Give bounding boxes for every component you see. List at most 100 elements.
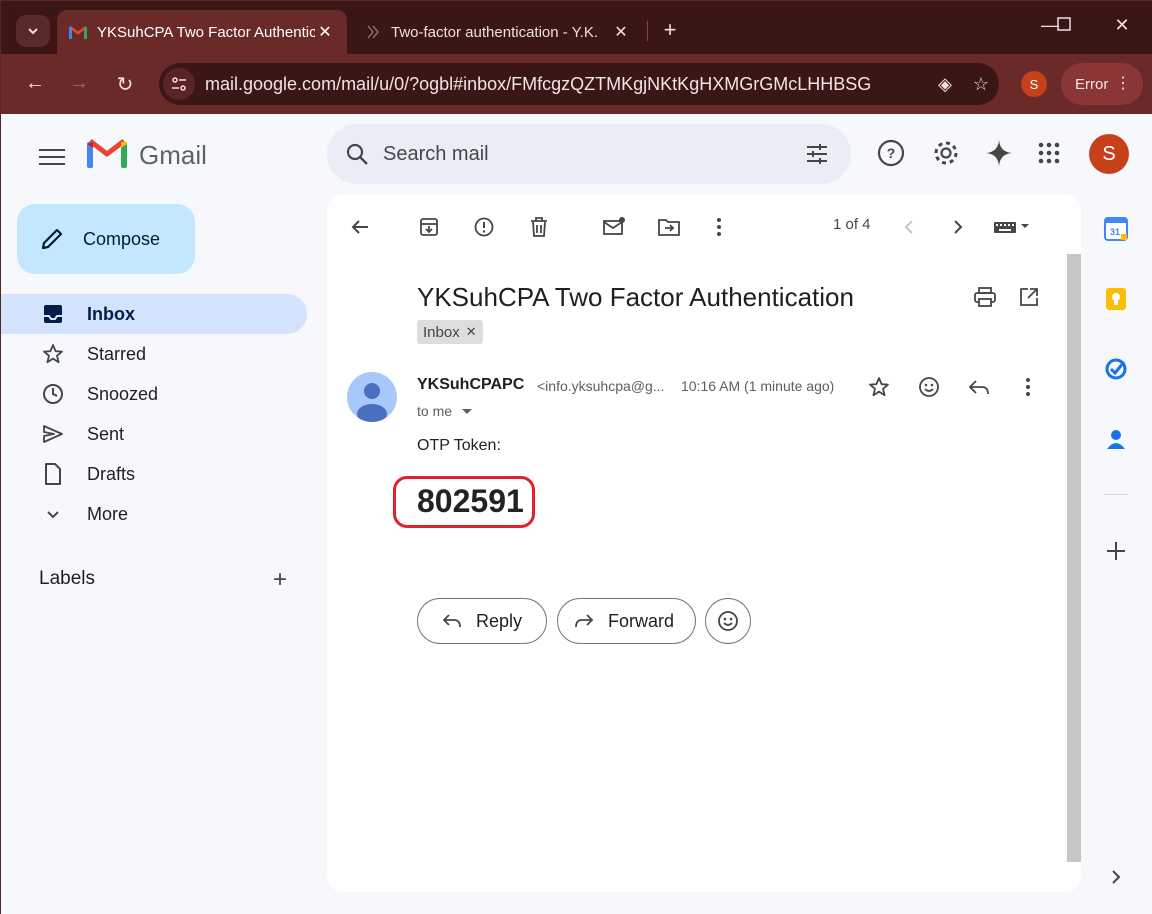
older-chevron-right-icon[interactable] [943, 212, 973, 242]
search-icon[interactable] [345, 142, 369, 166]
site-info-icon[interactable] [163, 68, 195, 100]
address-bar[interactable]: mail.google.com/mail/u/0/?ogbl#inbox/FMf… [159, 63, 999, 105]
tab-separator [647, 21, 648, 41]
close-icon[interactable]: ✕ [611, 22, 631, 42]
forward-label: Forward [608, 610, 675, 631]
message-time: 10:16 AM (1 minute ago) [681, 378, 835, 394]
compose-button[interactable]: Compose [17, 204, 195, 274]
scrollbar[interactable] [1067, 254, 1081, 862]
reply-label: Reply [476, 610, 523, 631]
tab-two-factor[interactable]: Two-factor authentication - Y.K. ✕ [353, 10, 643, 54]
mark-unread-icon[interactable] [599, 212, 629, 242]
archive-icon[interactable] [414, 212, 444, 242]
recipients-text: to me [417, 403, 453, 419]
tab-title: Two-factor authentication - Y.K. [391, 23, 599, 41]
open-in-new-window-icon[interactable] [1014, 282, 1044, 312]
sidebar-item-inbox[interactable]: Inbox [1, 294, 307, 334]
print-icon[interactable] [970, 282, 1000, 312]
account-avatar[interactable]: S [1089, 134, 1129, 174]
sidebar-item-snoozed[interactable]: Snoozed [1, 374, 307, 414]
sidebar-item-label: Starred [87, 343, 147, 364]
back-arrow-icon[interactable]: ← [21, 72, 49, 95]
forward-arrow-icon[interactable]: → [65, 72, 93, 95]
reload-icon[interactable]: ↻ [111, 72, 139, 97]
reply-button[interactable]: Reply [417, 598, 547, 644]
new-tab-button[interactable]: + [657, 17, 683, 43]
newer-chevron-left-icon[interactable] [894, 212, 924, 242]
star-icon[interactable] [864, 372, 894, 402]
sidebar-item-more[interactable]: More [1, 494, 307, 534]
apps-grid-icon[interactable] [1032, 136, 1066, 170]
report-spam-icon[interactable] [469, 212, 499, 242]
bookmark-star-icon[interactable]: ☆ [963, 74, 999, 95]
recipients-toggle[interactable]: to me [417, 403, 474, 419]
search-input[interactable]: Search mail [383, 143, 805, 166]
add-label-button[interactable]: + [273, 566, 287, 594]
gmail-wordmark: Gmail [139, 140, 207, 170]
site-favicon-icon [367, 25, 379, 39]
error-chip[interactable]: Error ⋮ [1061, 63, 1143, 105]
expand-side-panel-chevron-icon[interactable] [1101, 862, 1131, 892]
inbox-icon [41, 302, 65, 326]
help-icon[interactable]: ? [874, 136, 908, 170]
sender-name: YKSuhCPAPC [417, 376, 525, 393]
svg-text:?: ? [887, 145, 896, 161]
search-options-icon[interactable] [805, 142, 829, 166]
sidebar-item-starred[interactable]: Starred [1, 334, 307, 374]
sidebar-item-label: More [87, 503, 129, 524]
more-vert-icon[interactable] [1013, 372, 1043, 402]
delete-icon[interactable] [524, 212, 554, 242]
error-label: Error [1075, 75, 1109, 93]
remove-label-icon[interactable]: ✕ [466, 324, 477, 340]
sidebar-item-label: Snoozed [87, 383, 159, 404]
compose-label: Compose [83, 228, 161, 249]
sidebar-item-drafts[interactable]: Drafts [1, 454, 307, 494]
sidebar-item-sent[interactable]: Sent [1, 414, 307, 454]
get-add-ons-plus-icon[interactable] [1101, 536, 1131, 566]
side-panel-divider [1103, 494, 1129, 495]
google-lens-icon[interactable]: ◈ [927, 74, 963, 95]
clock-icon [41, 382, 65, 406]
more-vert-icon[interactable] [704, 212, 734, 242]
sidebar-item-label: Drafts [87, 463, 136, 484]
reply-icon[interactable] [964, 372, 994, 402]
google-keep-icon[interactable] [1101, 284, 1131, 314]
labels-heading: Labels [39, 568, 95, 589]
maximize-icon[interactable] [1049, 15, 1079, 36]
message-pane: 1 of 4 YKSuhCPA Two Factor Authenticatio… [327, 194, 1081, 892]
browser-toolbar: ← → ↻ mail.google.com/mail/u/0/?ogbl#inb… [1, 54, 1152, 114]
tab-search-button[interactable] [16, 15, 50, 47]
google-calendar-icon[interactable]: 31 [1101, 214, 1131, 244]
draft-icon [41, 462, 65, 486]
google-tasks-icon[interactable] [1101, 354, 1131, 384]
emoji-reaction-button[interactable] [705, 598, 751, 644]
browser-window: YKSuhCPA Two Factor Authenticatio ✕ Two-… [0, 0, 1152, 914]
sidebar-nav: Inbox Starred Snoozed Sent Drafts More [1, 294, 311, 534]
main-menu-icon[interactable] [39, 144, 65, 170]
emoji-react-icon[interactable] [914, 372, 944, 402]
sender-avatar [347, 372, 397, 422]
inbox-label-chip: Inbox ✕ [417, 320, 483, 344]
search-bar[interactable]: Search mail [327, 124, 851, 184]
gmail-logo-icon[interactable] [87, 138, 127, 168]
message-subject: YKSuhCPA Two Factor Authentication [417, 282, 854, 312]
gemini-sparkle-icon[interactable] [982, 136, 1016, 170]
window-close-icon[interactable]: ✕ [1107, 15, 1137, 36]
close-icon[interactable]: ✕ [315, 22, 335, 42]
svg-text:31: 31 [1110, 227, 1120, 237]
more-vert-icon: ⋮ [1115, 75, 1131, 92]
forward-button[interactable]: Forward [557, 598, 696, 644]
input-tools-keyboard-icon[interactable] [991, 212, 1035, 242]
tab-title: YKSuhCPA Two Factor Authenticatio [97, 23, 315, 41]
profile-avatar[interactable]: S [1021, 71, 1047, 97]
settings-gear-icon[interactable] [929, 136, 963, 170]
tab-gmail[interactable]: YKSuhCPA Two Factor Authenticatio ✕ [57, 10, 347, 54]
chevron-down-icon [28, 28, 38, 35]
chevron-down-icon [41, 502, 65, 526]
sidebar-item-label: Sent [87, 423, 125, 444]
move-to-icon[interactable] [654, 212, 684, 242]
caret-down-icon [461, 409, 472, 414]
back-to-inbox-icon[interactable] [345, 212, 375, 242]
url-text: mail.google.com/mail/u/0/?ogbl#inbox/FMf… [205, 73, 872, 94]
google-contacts-icon[interactable] [1101, 424, 1131, 454]
